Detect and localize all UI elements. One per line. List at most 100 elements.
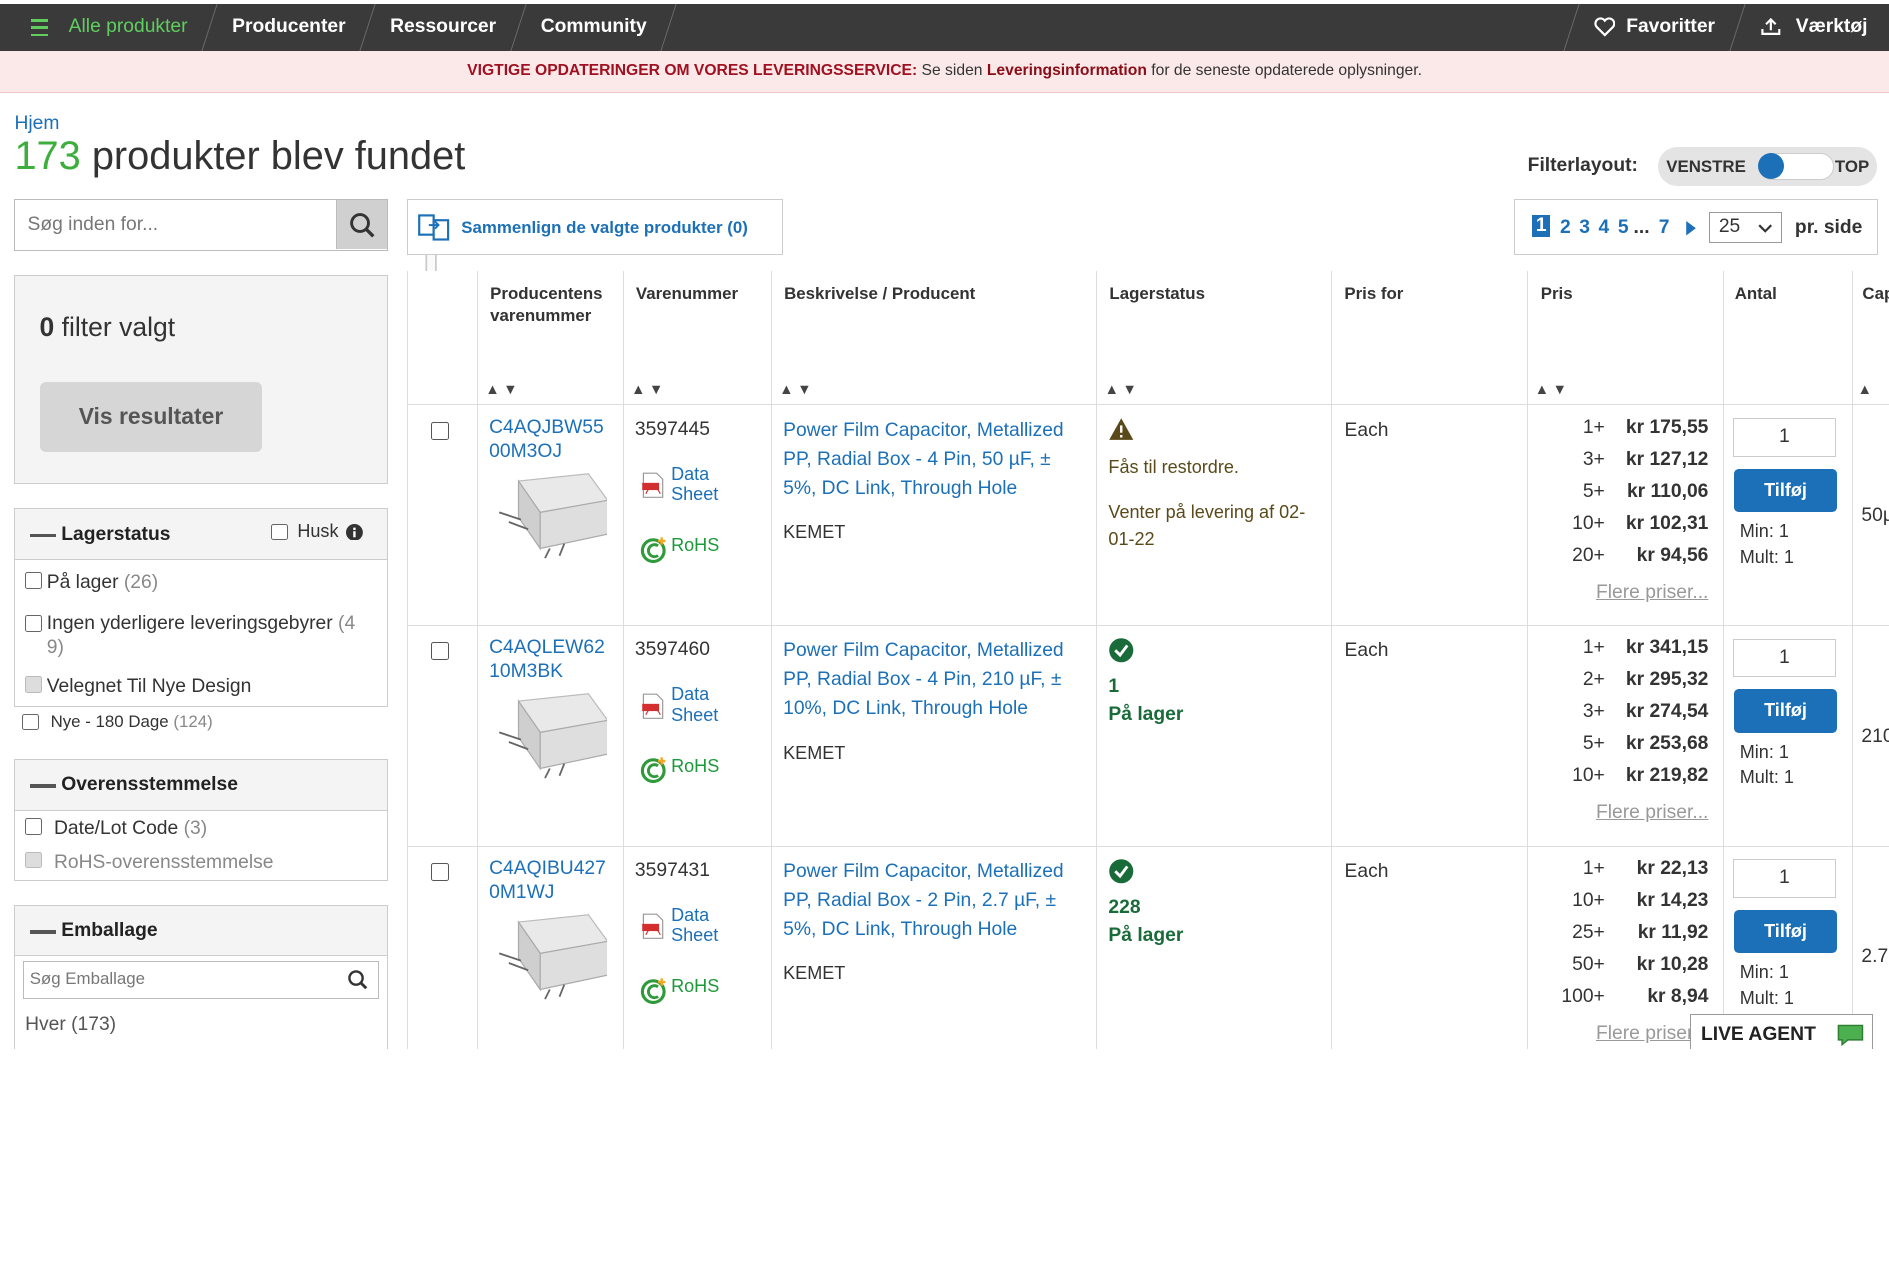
nav-all-products[interactable]: Alle produkter: [0, 4, 209, 51]
sort-arrows-icon[interactable]: ▲▼: [1535, 382, 1571, 398]
quantity-input[interactable]: 1: [1732, 859, 1837, 898]
order-code: 3597460: [634, 639, 710, 661]
product-description-link[interactable]: Power Film Capacitor, Metallized PP, Radi…: [783, 858, 1064, 945]
tools-link[interactable]: Værktøj: [1738, 4, 1889, 51]
show-results-button[interactable]: Vis resultater: [39, 381, 263, 452]
sort-arrows-icon[interactable]: ▲▼: [779, 382, 815, 398]
header-order-code[interactable]: Varenummer: [636, 283, 738, 305]
datasheet-link[interactable]: Data Sheet: [671, 464, 718, 505]
nav-resources[interactable]: Ressourcer: [368, 4, 517, 51]
page-7[interactable]: 7: [1659, 217, 1670, 239]
sort-arrows-icon[interactable]: ▲▼: [485, 382, 521, 398]
page-5[interactable]: 5: [1618, 217, 1629, 239]
filter-option-each[interactable]: Hver (173): [25, 1014, 116, 1036]
row-checkbox[interactable]: [431, 642, 450, 661]
pdf-icon[interactable]: [641, 693, 665, 720]
more-prices-link[interactable]: Flere priser...: [1596, 802, 1708, 824]
pdf-icon[interactable]: [641, 472, 665, 499]
filter-layout-toggle[interactable]: VENSTRE TOP: [1657, 146, 1878, 186]
price-break-qty: 5+: [1582, 733, 1605, 755]
delivery-alert-banner: VIGTIGE OPDATERINGER OM VORES LEVERINGSS…: [0, 50, 1889, 93]
page-4[interactable]: 4: [1599, 217, 1610, 239]
next-page-icon[interactable]: [1685, 221, 1697, 236]
add-to-cart-button[interactable]: Tilføj: [1733, 909, 1838, 953]
search-within-input[interactable]: Søg inden for...: [14, 198, 388, 251]
price-break-qty: 2+: [1582, 669, 1605, 691]
mpn-link[interactable]: C4AQJBW55 00M3OJ: [489, 416, 604, 464]
favorites-link[interactable]: Favoritter: [1572, 4, 1737, 51]
page-1[interactable]: 1: [1532, 215, 1551, 238]
page-2[interactable]: 2: [1560, 217, 1571, 239]
filter-option-new-180[interactable]: Nye - 180 Dage (124): [21, 712, 213, 732]
pdf-icon[interactable]: [641, 913, 665, 940]
compliance-header[interactable]: Overensstemmelse: [15, 760, 387, 811]
sort-arrows-icon[interactable]: ▲: [1858, 382, 1876, 398]
price-break-value: kr 127,12: [1625, 448, 1709, 470]
mpn-link[interactable]: C4AQLEW62 10M3BK: [489, 636, 605, 684]
more-prices-link[interactable]: Flere priser...: [1596, 582, 1708, 604]
quantity-input[interactable]: 1: [1732, 638, 1837, 678]
add-to-cart-button[interactable]: Tilføj: [1733, 689, 1838, 733]
price-for: Each: [1344, 419, 1389, 441]
packaging-header[interactable]: Emballage: [15, 905, 387, 957]
filter-checkbox[interactable]: [25, 615, 42, 633]
delivery-info-link[interactable]: Leveringsinformation: [987, 62, 1147, 80]
backorder-text: Fås til restordre.: [1108, 457, 1239, 477]
mpn-link[interactable]: C4AQIBU427 0M1WJ: [489, 857, 606, 905]
live-agent-button[interactable]: LIVE AGENT: [1690, 1014, 1874, 1050]
nav-community[interactable]: Community: [519, 4, 668, 51]
price-break-value: kr 219,82: [1625, 765, 1709, 787]
header-price[interactable]: Pris: [1541, 283, 1573, 305]
compare-products-button[interactable]: Sammenlign de valgte produkter (0): [407, 198, 784, 256]
packaging-search-input[interactable]: Søg Emballage: [22, 961, 380, 999]
stock-status-filter: Lagerstatus Husk På lager (26) Ingen yde…: [14, 508, 388, 708]
header-description[interactable]: Beskrivelse / Producent: [784, 283, 975, 305]
info-icon[interactable]: [345, 523, 363, 541]
row-checkbox[interactable]: [431, 421, 450, 440]
product-description-link[interactable]: Power Film Capacitor, Metallized PP, Radi…: [783, 637, 1064, 724]
nav-manufacturers[interactable]: Producenter: [210, 4, 367, 51]
breadcrumb-home[interactable]: Hjem: [14, 113, 59, 135]
add-to-cart-button[interactable]: Tilføj: [1733, 468, 1838, 513]
product-image[interactable]: [492, 469, 608, 561]
price-break-qty: 5+: [1582, 480, 1605, 502]
price-for: Each: [1344, 640, 1389, 662]
product-image[interactable]: [492, 910, 608, 1002]
rohs-label[interactable]: RoHS: [671, 531, 719, 560]
filter-checkbox[interactable]: [25, 572, 42, 589]
in-stock-label: På lager: [1108, 924, 1184, 946]
manufacturer: KEMET: [783, 963, 846, 984]
product-description-link[interactable]: Power Film Capacitor, Metallized PP, Radi…: [783, 417, 1064, 504]
header-mpn[interactable]: Producentens varenummer: [490, 283, 602, 326]
packaging-title: Emballage: [61, 920, 158, 942]
search-button[interactable]: [336, 199, 387, 250]
header-price-for: Pris for: [1344, 284, 1404, 304]
search-icon[interactable]: [347, 969, 369, 991]
filter-checkbox[interactable]: [25, 817, 42, 835]
stock-status-header[interactable]: Lagerstatus Husk: [15, 509, 387, 561]
header-capacitance[interactable]: Cap: [1862, 283, 1889, 305]
price-break-qty: 20+: [1572, 544, 1605, 566]
page-3[interactable]: 3: [1579, 217, 1590, 239]
filter-option-no-extra-fees[interactable]: Ingen yderligere leveringsgebyrer (4 9): [25, 612, 374, 660]
rohs-label[interactable]: RoHS: [671, 752, 719, 781]
row-checkbox[interactable]: [431, 862, 450, 881]
sort-arrows-icon[interactable]: ▲▼: [631, 382, 667, 398]
filter-option-in-stock[interactable]: På lager (26): [25, 572, 158, 594]
stock-quantity: 1: [1108, 676, 1120, 698]
sort-arrows-icon[interactable]: ▲▼: [1105, 382, 1141, 398]
datasheet-link[interactable]: Data Sheet: [671, 684, 718, 725]
filter-checkbox[interactable]: [21, 713, 39, 731]
tools-label: Værktøj: [1795, 16, 1868, 38]
filter-option-date-lot[interactable]: Date/Lot Code (3): [25, 817, 207, 840]
chevron-down-icon: [1758, 224, 1772, 233]
rohs-label[interactable]: RoHS: [671, 972, 719, 1001]
datasheet-link[interactable]: Data Sheet: [671, 905, 718, 946]
remember-checkbox[interactable]: [270, 523, 288, 541]
product-image[interactable]: [492, 689, 608, 781]
header-stock[interactable]: Lagerstatus: [1109, 283, 1205, 305]
quantity-input[interactable]: 1: [1732, 418, 1837, 457]
toggle-switch[interactable]: [1757, 152, 1834, 180]
compliance-filter: Overensstemmelse Date/Lot Code (3) RoHS-…: [14, 759, 388, 881]
per-page-select[interactable]: 25: [1709, 211, 1782, 244]
